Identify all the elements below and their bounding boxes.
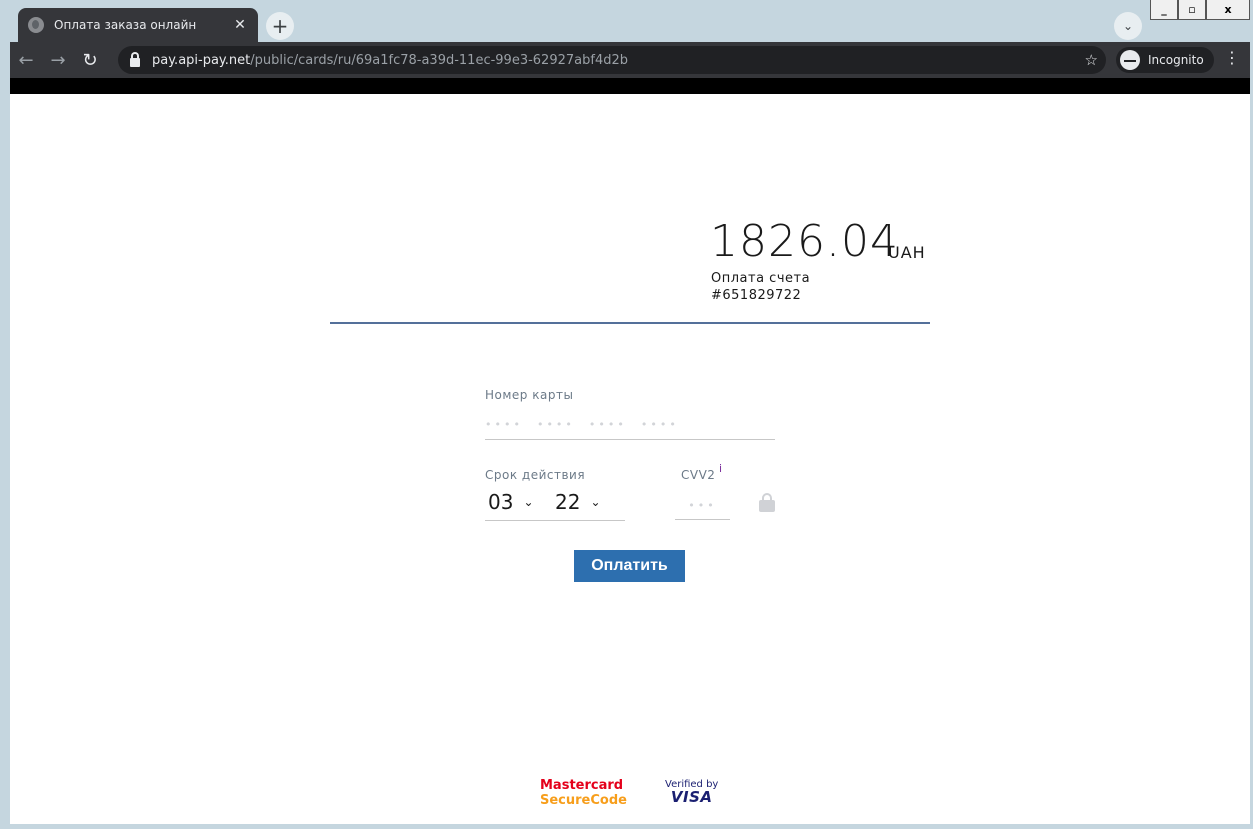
card-placeholder-group: •••• — [536, 418, 575, 431]
address-bar[interactable]: pay.api-pay.net/public/cards/ru/69a1fc78… — [118, 46, 1106, 74]
chevron-down-icon: ⌄ — [523, 495, 534, 509]
browser-tab[interactable]: Оплата заказа онлайн ✕ — [18, 8, 258, 42]
reload-button[interactable]: ↻ — [74, 46, 106, 74]
card-number-label: Номер карты — [485, 388, 574, 402]
padlock-icon — [759, 493, 775, 512]
chevron-down-icon: ⌄ — [590, 495, 601, 509]
globe-icon — [28, 17, 44, 33]
window-controls: _ ▫ x — [1150, 0, 1250, 20]
expiry-year-value: 22 — [555, 490, 581, 514]
cvv-input[interactable]: ••• — [675, 492, 730, 520]
invoice-info: Оплата счета #651829722 — [711, 270, 810, 304]
invoice-label: Оплата счета — [711, 271, 811, 286]
expiry-month-value: 03 — [488, 490, 514, 514]
cvv-label: CVV2 — [681, 468, 716, 482]
title-bar: Оплата заказа онлайн ✕ + ⌄ _ ▫ x — [0, 0, 1253, 42]
payment-amount: 1826.04 — [710, 216, 899, 267]
new-tab-button[interactable]: + — [266, 12, 294, 40]
tab-search-button[interactable]: ⌄ — [1114, 12, 1142, 40]
expiry-underline — [485, 520, 625, 521]
card-placeholder-group: •••• — [640, 418, 679, 431]
expiry-label: Срок действия — [485, 468, 586, 482]
minimize-button[interactable]: _ — [1150, 0, 1178, 20]
incognito-indicator[interactable]: Incognito — [1116, 47, 1214, 73]
browser-toolbar: ← → ↻ pay.api-pay.net/public/cards/ru/69… — [10, 42, 1250, 78]
maximize-button[interactable]: ▫ — [1178, 0, 1206, 20]
url-host: pay.api-pay.net — [152, 52, 251, 68]
visa-text: VISA — [670, 788, 713, 806]
close-window-button[interactable]: x — [1206, 0, 1250, 20]
invoice-number: #651829722 — [711, 288, 802, 303]
securecode-text: SecureCode — [540, 793, 627, 808]
bookmark-star-icon[interactable]: ☆ — [1085, 51, 1098, 69]
page-header-bar — [10, 78, 1250, 94]
payment-currency: UAH — [888, 243, 926, 262]
mastercard-text: Mastercard — [540, 778, 624, 793]
card-placeholder-group: •••• — [588, 418, 627, 431]
expiry-month-select[interactable]: 03 ⌄ — [488, 488, 534, 516]
incognito-icon — [1120, 50, 1140, 70]
forward-button[interactable]: → — [42, 46, 74, 74]
lock-icon[interactable] — [130, 51, 140, 67]
expiry-year-select[interactable]: 22 ⌄ — [555, 488, 601, 516]
url-path: /public/cards/ru/69a1fc78-a39d-11ec-99e3… — [250, 52, 628, 68]
card-placeholder-group: •••• — [485, 418, 523, 431]
incognito-label: Incognito — [1148, 53, 1204, 67]
page-content: 1826.04 UAH Оплата счета #651829722 Номе… — [10, 94, 1250, 824]
verified-by-visa-logo: Verified by VISA — [665, 778, 718, 806]
divider — [330, 322, 930, 324]
pay-button[interactable]: Оплатить — [574, 550, 685, 582]
tab-close-icon[interactable]: ✕ — [232, 17, 248, 33]
tab-title: Оплата заказа онлайн — [54, 18, 197, 32]
card-number-input[interactable]: •••• •••• •••• •••• — [485, 410, 775, 440]
browser-menu-icon[interactable]: ⋮ — [1224, 48, 1240, 67]
mastercard-securecode-logo: Mastercard SecureCode — [540, 778, 627, 808]
back-button[interactable]: ← — [10, 46, 42, 74]
cvv-info-icon[interactable]: i — [719, 462, 722, 475]
